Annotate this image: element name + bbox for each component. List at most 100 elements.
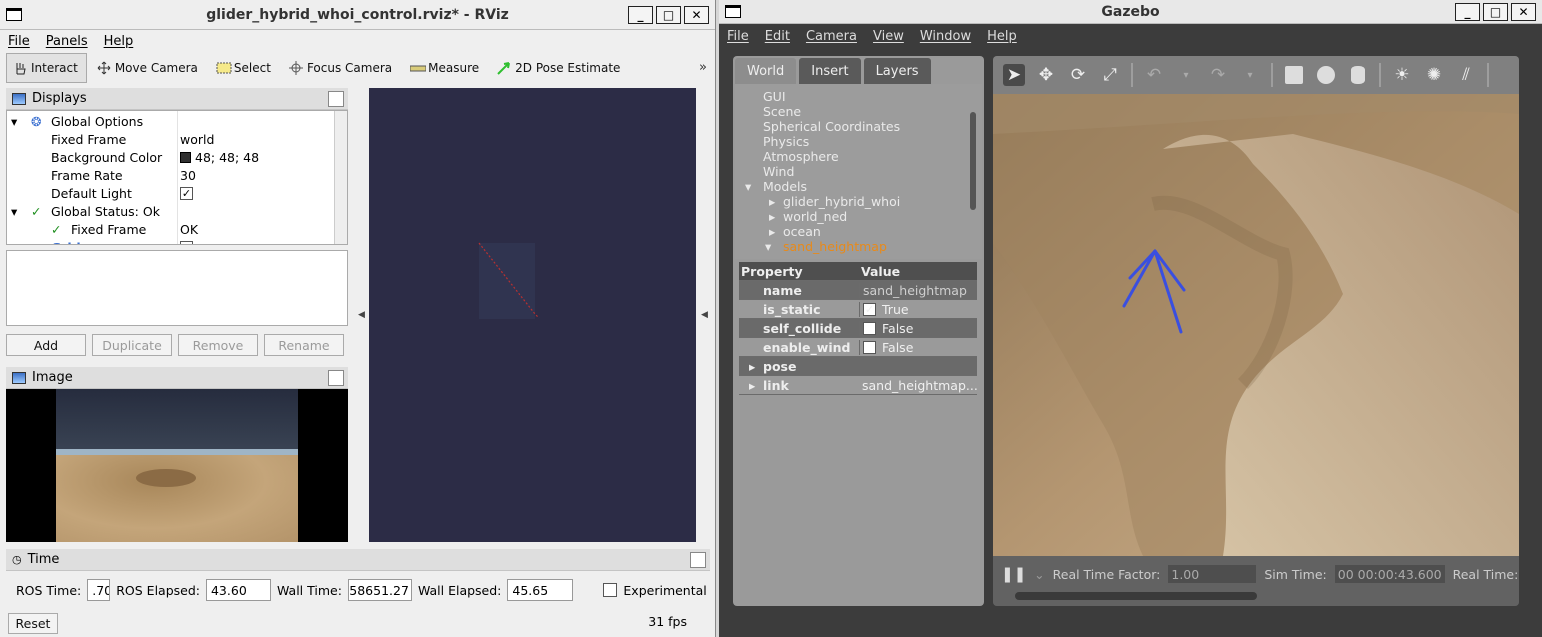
tool-select[interactable]: Select <box>210 53 279 83</box>
duplicate-button[interactable]: Duplicate <box>92 334 172 356</box>
tab-insert[interactable]: Insert <box>799 58 861 84</box>
model-world-ned[interactable]: world_ned <box>783 209 847 224</box>
wall-elapsed-field[interactable]: 45.65 <box>507 579 574 601</box>
model-ocean[interactable]: ocean <box>783 224 821 239</box>
self-collide-checkbox[interactable] <box>863 321 876 335</box>
time-float-checkbox[interactable] <box>690 552 706 568</box>
experimental-label: Experimental <box>623 582 707 598</box>
collapse-right-arrow[interactable]: ◀ <box>701 310 708 320</box>
add-button[interactable]: Add <box>6 334 86 356</box>
collapsed-arrow-icon[interactable]: ▸ <box>749 359 755 374</box>
cylinder-shape-icon[interactable] <box>1347 64 1369 86</box>
is-static-checkbox[interactable]: ✓ <box>863 302 876 316</box>
expand-arrow-icon[interactable]: ▾ <box>11 114 17 129</box>
collapsed-arrow-icon[interactable]: ▸ <box>769 194 775 209</box>
tree-item-gui[interactable]: GUI <box>763 89 786 104</box>
model-glider-hybrid-whoi[interactable]: glider_hybrid_whoi <box>783 194 900 209</box>
menu-file[interactable]: File <box>727 29 749 44</box>
point-light-icon[interactable]: ☀ <box>1391 64 1413 86</box>
tree-item-atmosphere[interactable]: Atmosphere <box>763 149 839 164</box>
menu-panels[interactable]: Panels <box>46 34 88 49</box>
tool-interact[interactable]: Interact <box>6 53 87 83</box>
tree-item-spherical-coordinates[interactable]: Spherical Coordinates <box>763 119 900 134</box>
property-row-link[interactable]: ▸ link sand_heightmap... <box>739 376 977 395</box>
default-light-checkbox[interactable]: ✓ <box>180 186 193 200</box>
directional-light-icon[interactable]: ⫽ <box>1455 64 1477 86</box>
tree-scrollbar[interactable] <box>970 112 976 210</box>
chevron-down-icon[interactable]: ▾ <box>1175 64 1197 86</box>
reset-button[interactable]: Reset <box>8 613 58 634</box>
tool-focus-camera[interactable]: Focus Camera <box>283 53 400 83</box>
tab-world[interactable]: World <box>735 58 797 84</box>
tool-2d-pose-estimate[interactable]: 2D Pose Estimate <box>491 53 628 83</box>
menu-window[interactable]: Window <box>920 29 971 44</box>
remove-button[interactable]: Remove <box>178 334 258 356</box>
tree-value[interactable]: 30 <box>180 168 196 183</box>
close-button[interactable]: ✕ <box>1511 3 1536 21</box>
tree-row-grid[interactable]: Grid ✓ <box>7 238 333 244</box>
redo-icon[interactable]: ↷ <box>1207 64 1229 86</box>
undo-icon[interactable]: ↶ <box>1143 64 1165 86</box>
enable-wind-checkbox[interactable] <box>863 340 876 354</box>
box-shape-icon[interactable] <box>1283 64 1305 86</box>
experimental-checkbox[interactable] <box>603 583 618 597</box>
minimize-button[interactable]: _ <box>628 6 653 24</box>
translate-icon[interactable]: ✥ <box>1035 64 1057 86</box>
grid-checkbox[interactable]: ✓ <box>180 240 193 244</box>
scale-icon[interactable]: ⤢ <box>1099 64 1121 86</box>
maximize-button[interactable]: □ <box>656 6 681 24</box>
menu-view[interactable]: View <box>873 29 904 44</box>
sphere-shape-icon[interactable] <box>1315 64 1337 86</box>
tree-row-fixed-frame[interactable]: Fixed Frame world <box>7 130 333 148</box>
tree-item-models[interactable]: Models <box>763 179 807 194</box>
pause-icon[interactable]: ❚❚ <box>1001 565 1026 583</box>
tree-value[interactable]: 48; 48; 48 <box>180 150 259 165</box>
menu-help[interactable]: Help <box>104 34 134 49</box>
tree-row-global-options[interactable]: ▾ ❂ Global Options <box>7 112 333 130</box>
select-arrow-icon[interactable]: ➤ <box>1003 64 1025 86</box>
3d-scene[interactable] <box>993 94 1519 556</box>
displays-float-checkbox[interactable] <box>328 91 344 107</box>
toolbar-more-button[interactable]: » <box>699 60 707 75</box>
expand-arrow-icon[interactable]: ▾ <box>765 239 771 254</box>
property-row-pose[interactable]: ▸ pose <box>739 357 977 376</box>
statusbar-scrollbar[interactable] <box>1015 592 1257 600</box>
maximize-button[interactable]: □ <box>1483 3 1508 21</box>
collapse-left-arrow[interactable]: ◀ <box>358 310 365 320</box>
displays-scrollbar[interactable] <box>334 111 347 244</box>
tree-value[interactable]: world <box>180 132 214 147</box>
tree-row-global-status[interactable]: ▾ ✓ Global Status: Ok <box>7 202 333 220</box>
rviz-3d-view[interactable] <box>369 88 696 542</box>
tree-item-wind[interactable]: Wind <box>763 164 794 179</box>
ros-elapsed-field[interactable]: 43.60 <box>205 579 271 601</box>
ros-time-field[interactable]: .70 <box>87 579 111 601</box>
wall-time-field[interactable]: 558651.27 <box>347 579 412 601</box>
tree-item-scene[interactable]: Scene <box>763 104 801 119</box>
menu-edit[interactable]: Edit <box>765 29 790 44</box>
collapsed-arrow-icon[interactable]: ▸ <box>749 378 755 393</box>
collapsed-arrow-icon[interactable]: ▸ <box>769 224 775 239</box>
image-float-checkbox[interactable] <box>328 370 344 386</box>
minimize-button[interactable]: _ <box>1455 3 1480 21</box>
tree-row-background-color[interactable]: Background Color 48; 48; 48 <box>7 148 333 166</box>
menu-camera[interactable]: Camera <box>806 29 857 44</box>
tree-row-frame-rate[interactable]: Frame Rate 30 <box>7 166 333 184</box>
chevron-down-icon[interactable]: ▾ <box>1239 64 1261 86</box>
rotate-icon[interactable]: ⟳ <box>1067 64 1089 86</box>
tree-row-status-fixed-frame[interactable]: ✓ Fixed Frame OK <box>7 220 333 238</box>
tree-item-physics[interactable]: Physics <box>763 134 809 149</box>
step-icon[interactable]: ⌄ <box>1034 567 1044 582</box>
tab-layers[interactable]: Layers <box>863 58 931 84</box>
spot-light-icon[interactable]: ✺ <box>1423 64 1445 86</box>
menu-file[interactable]: File <box>8 34 30 49</box>
close-button[interactable]: ✕ <box>684 6 709 24</box>
tree-row-default-light[interactable]: Default Light ✓ <box>7 184 333 202</box>
menu-help[interactable]: Help <box>987 29 1017 44</box>
tool-measure[interactable]: Measure <box>404 53 487 83</box>
model-sand-heightmap[interactable]: sand_heightmap <box>783 239 887 254</box>
expand-arrow-icon[interactable]: ▾ <box>11 204 17 219</box>
collapsed-arrow-icon[interactable]: ▸ <box>769 209 775 224</box>
expand-arrow-icon[interactable]: ▾ <box>745 179 751 194</box>
rename-button[interactable]: Rename <box>264 334 344 356</box>
tool-move-camera[interactable]: Move Camera <box>91 53 206 83</box>
